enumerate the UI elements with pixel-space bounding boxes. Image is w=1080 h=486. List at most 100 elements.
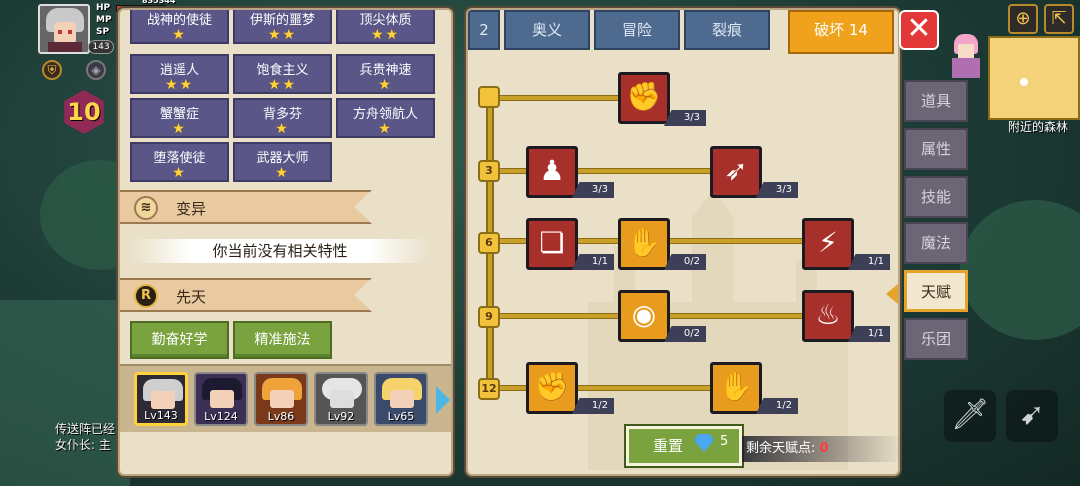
dna-icon: ≋ — [134, 196, 158, 220]
trait-name: 背多芬 — [262, 107, 302, 122]
hp-value: 835344 — [142, 0, 176, 5]
player-avatar[interactable] — [38, 4, 90, 54]
hero-portrait[interactable]: Lv65 — [374, 372, 428, 426]
close-icon[interactable]: ✕ — [899, 10, 939, 50]
trait-stars: ★ — [378, 77, 393, 93]
trait-name: 逍遥人 — [159, 63, 199, 78]
innate-trait-precise-cast[interactable]: 精准施法 — [233, 321, 332, 359]
trait-card[interactable]: 饱食主义 ★★ — [233, 54, 332, 94]
trait-card[interactable]: 兵贵神速 ★ — [336, 54, 435, 94]
hero-level: Lv92 — [327, 410, 355, 423]
tier-marker: 3 — [478, 160, 500, 182]
talent-fist[interactable]: ✊ — [526, 362, 578, 414]
mp-label: MP — [96, 15, 112, 25]
trait-card[interactable]: 战神的使徒 ★ — [130, 10, 229, 44]
talent-arrow[interactable]: ➶ — [710, 146, 762, 198]
shield-buff-icon[interactable]: ⛨ — [42, 60, 62, 80]
trait-name: 方舟领航人 — [352, 107, 418, 122]
trait-card[interactable]: 方舟领航人 ★ — [336, 98, 435, 138]
talent-strike[interactable]: ⚡ — [802, 218, 854, 270]
trait-card[interactable]: 武器大师 ★ — [233, 142, 332, 182]
background-tree — [960, 200, 1080, 340]
trait-name: 战神的使徒 — [146, 13, 212, 28]
trait-stars: ★★ — [370, 27, 401, 43]
side-tab-magic[interactable]: 魔法 — [904, 222, 968, 264]
trait-stars: ★ — [275, 121, 290, 137]
exit-icon[interactable]: ⇱ — [1044, 4, 1074, 34]
mutation-title: 变异 — [176, 200, 207, 218]
remaining-points: 剩余天赋点: 0 — [742, 436, 902, 462]
talent-shockwave[interactable]: ◉ — [618, 290, 670, 342]
talent-hand[interactable]: ✋ — [710, 362, 762, 414]
trait-stars: ★ — [378, 121, 393, 137]
side-tab-attributes[interactable]: 属性 — [904, 128, 968, 170]
sword-weapon-icon[interactable]: 🗡 — [944, 390, 996, 442]
trait-name: 饱食主义 — [256, 63, 309, 78]
trait-stars: ★ — [172, 27, 187, 43]
reset-cost: 5 — [720, 434, 729, 449]
trait-name: 堕落使徒 — [153, 151, 206, 166]
tab-rift[interactable]: 裂痕 — [684, 10, 770, 50]
npc-girl-sprite — [944, 32, 988, 80]
innate-title: 先天 — [176, 288, 207, 306]
talent-cards[interactable]: ❏ — [526, 218, 578, 270]
minimap[interactable] — [988, 36, 1080, 120]
hero-portrait[interactable]: Lv86 — [254, 372, 308, 426]
tab-adventure[interactable]: 冒险 — [594, 10, 680, 50]
trait-name: 兵贵神速 — [359, 63, 412, 78]
tier-root-marker — [478, 86, 500, 108]
tree-connector — [490, 385, 715, 391]
hero-level: Lv86 — [267, 410, 295, 423]
no-trait-message: 你当前没有相关特性 — [130, 239, 430, 263]
innate-trait-diligent[interactable]: 勤奋好学 — [130, 321, 229, 359]
active-tab-pointer-icon — [886, 284, 898, 304]
trait-card[interactable]: 伊斯的噩梦 ★★ — [233, 10, 332, 44]
side-tab-band[interactable]: 乐团 — [904, 318, 968, 360]
rank-r-icon: R — [134, 284, 158, 308]
talent-arm-wrestle[interactable]: ✊ — [618, 72, 670, 124]
side-tab-items[interactable]: 道具 — [904, 80, 968, 122]
side-tab-talent[interactable]: 天赋 — [904, 270, 968, 312]
trait-card[interactable]: 逍遥人 ★★ — [130, 54, 229, 94]
trait-name: 蟹蟹症 — [159, 107, 199, 122]
hp-label: HP — [96, 3, 111, 13]
tab-mystery[interactable]: 奥义 — [504, 10, 590, 50]
talent-body[interactable]: ♟ — [526, 146, 578, 198]
sp-label: SP — [96, 27, 110, 37]
trait-name: 顶尖体质 — [359, 13, 412, 28]
trait-stars: ★★ — [267, 27, 298, 43]
gem-buff-icon[interactable]: ◈ — [86, 60, 106, 80]
tier-marker: 6 — [478, 232, 500, 254]
network-globe-icon[interactable]: ⊕ — [1008, 4, 1038, 34]
remaining-value: 0 — [819, 441, 829, 456]
talent-palm[interactable]: ✋ — [618, 218, 670, 270]
tree-connector — [490, 168, 715, 174]
hero-portrait[interactable]: Lv124 — [194, 372, 248, 426]
trait-card[interactable]: 蟹蟹症 ★ — [130, 98, 229, 138]
scroll-right-arrow-icon[interactable] — [436, 386, 450, 414]
difficulty-level-badge[interactable]: 10 — [64, 90, 104, 134]
hero-portrait[interactable]: Lv92 — [314, 372, 368, 426]
trait-stars: ★★ — [164, 77, 195, 93]
tier-marker: 9 — [478, 306, 500, 328]
mutation-section-header: ≋ 变异 — [120, 190, 372, 224]
hero-level: Lv124 — [204, 410, 238, 423]
chat-line: 女仆长: 主 — [55, 438, 111, 452]
tab-destruction[interactable]: 破坏 14 — [788, 10, 894, 54]
remaining-label: 剩余天赋点: — [746, 441, 816, 456]
side-tab-skills[interactable]: 技能 — [904, 176, 968, 218]
tab-page-2[interactable]: 2 — [468, 10, 500, 50]
trait-card[interactable]: 顶尖体质 ★★ — [336, 10, 435, 44]
tier-marker: 12 — [478, 378, 500, 400]
bow-weapon-icon[interactable]: ➹ — [1006, 390, 1058, 442]
trait-card[interactable]: 堕落使徒 ★ — [130, 142, 229, 182]
talent-demon[interactable]: ♨ — [802, 290, 854, 342]
trait-name: 伊斯的噩梦 — [249, 13, 315, 28]
trait-card[interactable]: 背多芬 ★ — [233, 98, 332, 138]
map-location-label: 附近的森林 — [1008, 120, 1069, 134]
trait-stars: ★ — [275, 165, 290, 181]
hero-selector: Lv143 Lv124 Lv86 Lv92 Lv65 — [120, 364, 451, 432]
hero-portrait[interactable]: Lv143 — [134, 372, 188, 426]
hero-level: Lv143 — [144, 409, 178, 422]
traits-panel: 战神的使徒 ★ 伊斯的噩梦 ★★ 顶尖体质 ★★ 逍遥人 ★★ 饱食主义 ★★ … — [118, 8, 453, 476]
